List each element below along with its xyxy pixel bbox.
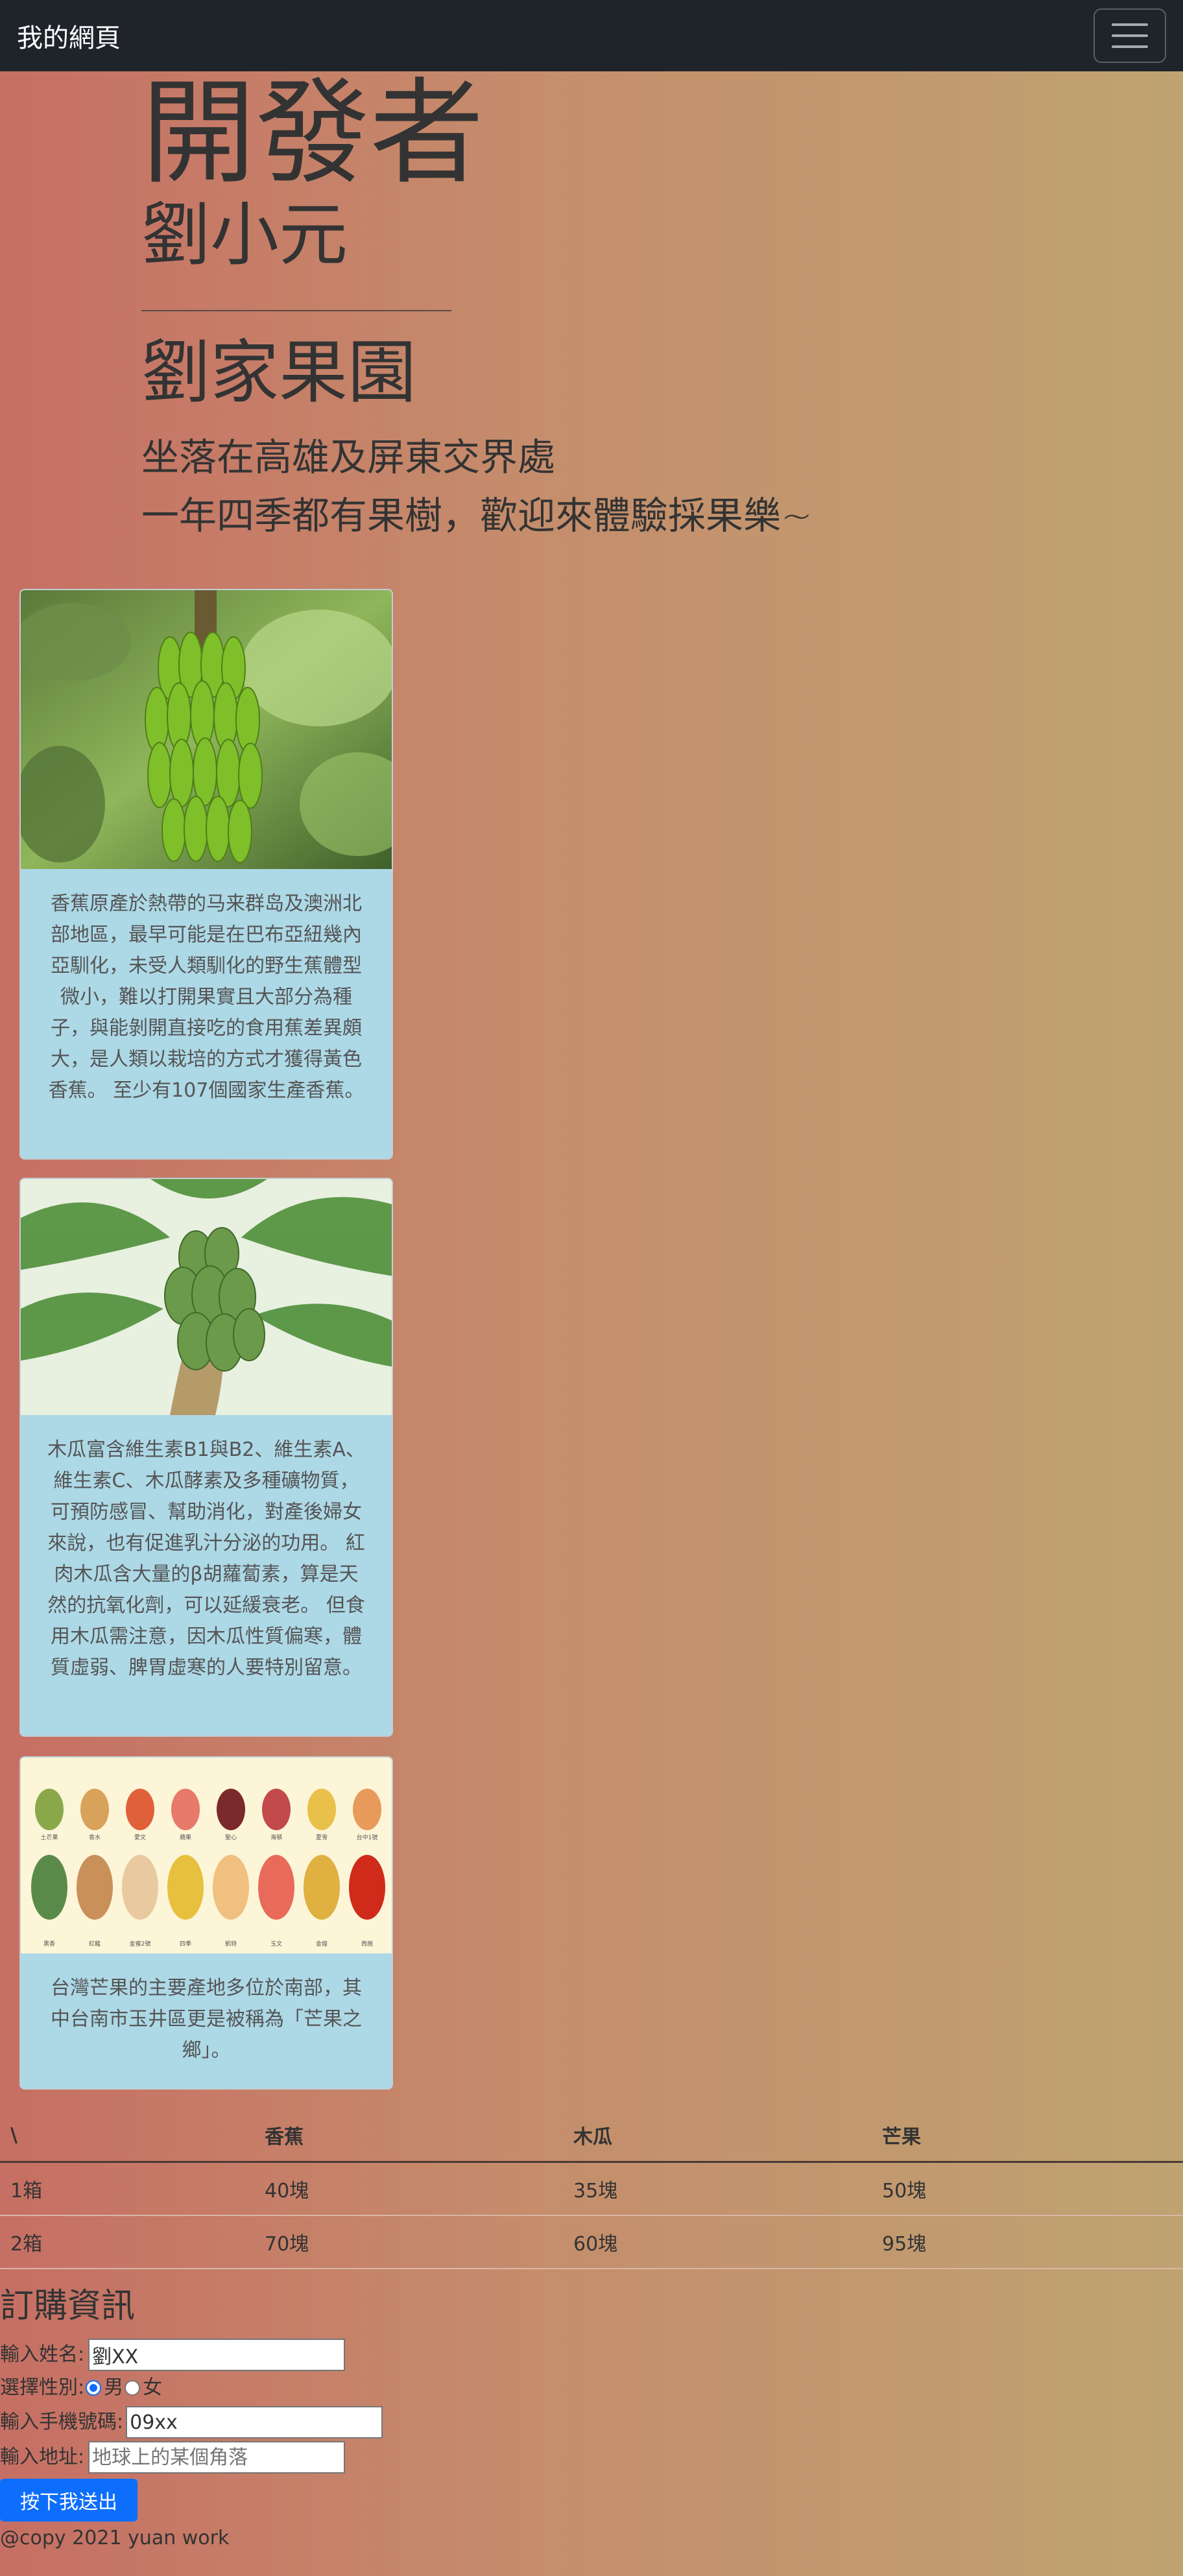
phone-row: 輸入手機號碼: [0,2406,383,2439]
navbar-brand[interactable]: 我的網頁 [17,17,121,54]
navbar: 我的網頁 [0,0,1183,71]
mango-image: 土芒果 香水 愛文 蘋果 聖心 海頓 夏雪 台中1號黑香 紅龍 金蜜2號 四季 凱特 玉文 金煌 西施 [21,1758,392,1953]
svg-text:黑香: 黑香 [43,1940,55,1948]
banana-description: 香蕉原產於熱帶的马来群岛及澳洲北部地區，最早可能是在巴布亞紐幾內亞馴化，未受人類… [48,892,364,1102]
table-header: 香蕉 [254,2109,563,2163]
table-cell: 60塊 [563,2215,872,2269]
svg-text:愛文: 愛文 [134,1833,146,1841]
svg-text:聖心: 聖心 [225,1834,237,1841]
submit-button[interactable]: 按下我送出 [0,2479,137,2522]
svg-text:玉文: 玉文 [270,1940,282,1948]
hamburger-icon [1112,22,1148,49]
banana-card: 香蕉原產於熱帶的马来群岛及澳洲北部地區，最早可能是在巴布亞紐幾內亞馴化，未受人類… [19,589,393,1160]
svg-text:金蜜2號: 金蜜2號 [130,1940,151,1948]
table-cell: 40塊 [254,2162,563,2216]
address-label: 輸入地址: [0,2446,85,2468]
table-cell: 70塊 [254,2215,563,2269]
footer-copyright: @copy 2021 yuan work [0,2527,230,2549]
svg-text:西施: 西施 [361,1940,373,1948]
papaya-card: 木瓜富含維生素B1與B2、維生素A、維生素C、木瓜酵素及多種礦物質，可預防感冒、… [19,1178,393,1737]
name-input[interactable] [88,2339,346,2371]
svg-text:香水: 香水 [89,1833,101,1841]
farm-slogan: 一年四季都有果樹，歡迎來體驗採果樂~ [141,494,813,538]
table-cell: 1箱 [0,2162,254,2216]
svg-text:台中1號: 台中1號 [357,1833,378,1841]
svg-text:土芒果: 土芒果 [40,1833,58,1841]
svg-text:金煌: 金煌 [316,1940,328,1948]
svg-text:夏雪: 夏雪 [316,1834,328,1841]
hero: 開發者 劉小元 [141,77,1049,271]
svg-text:四季: 四季 [180,1940,191,1948]
svg-text:凱特: 凱特 [225,1940,237,1948]
gender-label: 選擇性別: [0,2376,85,2399]
banana-image [21,590,392,869]
papaya-image [21,1179,392,1415]
female-radio[interactable] [125,2380,141,2396]
male-label: 男 [104,2376,124,2399]
developer-name: 劉小元 [141,195,348,275]
svg-text:海頓: 海頓 [270,1833,282,1841]
table-header-row: \ 香蕉 木瓜 芒果 [0,2109,1183,2163]
table-row: 1箱 40塊 35塊 50塊 [0,2162,1183,2216]
mango-description: 台灣芒果的主要產地多位於南部，其中台南市玉井區更是被稱為「芒果之鄉」。 [51,1977,362,2062]
price-table: \ 香蕉 木瓜 芒果 1箱 40塊 35塊 50塊 2箱 70塊 60塊 95塊 [0,2109,1183,2269]
table-header: 木瓜 [563,2109,872,2163]
papaya-description: 木瓜富含維生素B1與B2、維生素A、維生素C、木瓜酵素及多種礦物質，可預防感冒、… [47,1438,365,1679]
hero-title: 開發者 [141,67,484,200]
phone-input[interactable] [126,2406,383,2439]
table-row: 2箱 70塊 60塊 95塊 [0,2215,1183,2269]
table-cell: 95塊 [872,2215,1183,2269]
order-title: 訂購資訊 [0,2287,136,2326]
svg-text:蘋果: 蘋果 [180,1833,191,1841]
table-header: \ [0,2109,254,2163]
table-header: 芒果 [872,2109,1183,2163]
gender-row: 選擇性別: 男 女 [0,2374,162,2402]
name-label: 輸入姓名: [0,2343,85,2366]
table-cell: 2箱 [0,2215,254,2269]
table-cell: 50塊 [872,2162,1183,2216]
address-input[interactable] [88,2441,346,2474]
farm-location: 坐落在高雄及屏東交界處 [141,435,556,479]
address-row: 輸入地址: [0,2441,346,2474]
divider [141,310,451,311]
phone-label: 輸入手機號碼: [0,2411,124,2433]
name-row: 輸入姓名: [0,2339,346,2371]
svg-text:紅龍: 紅龍 [89,1940,101,1948]
male-radio[interactable] [86,2380,102,2396]
table-cell: 35塊 [563,2162,872,2216]
navbar-toggler-button[interactable] [1093,8,1166,63]
female-label: 女 [143,2376,163,2399]
mango-card: 土芒果 香水 愛文 蘋果 聖心 海頓 夏雪 台中1號黑香 紅龍 金蜜2號 四季 凱特 玉文 金煌 西施 台灣… [19,1756,393,2090]
farm-title: 劉家果園 [141,333,416,412]
